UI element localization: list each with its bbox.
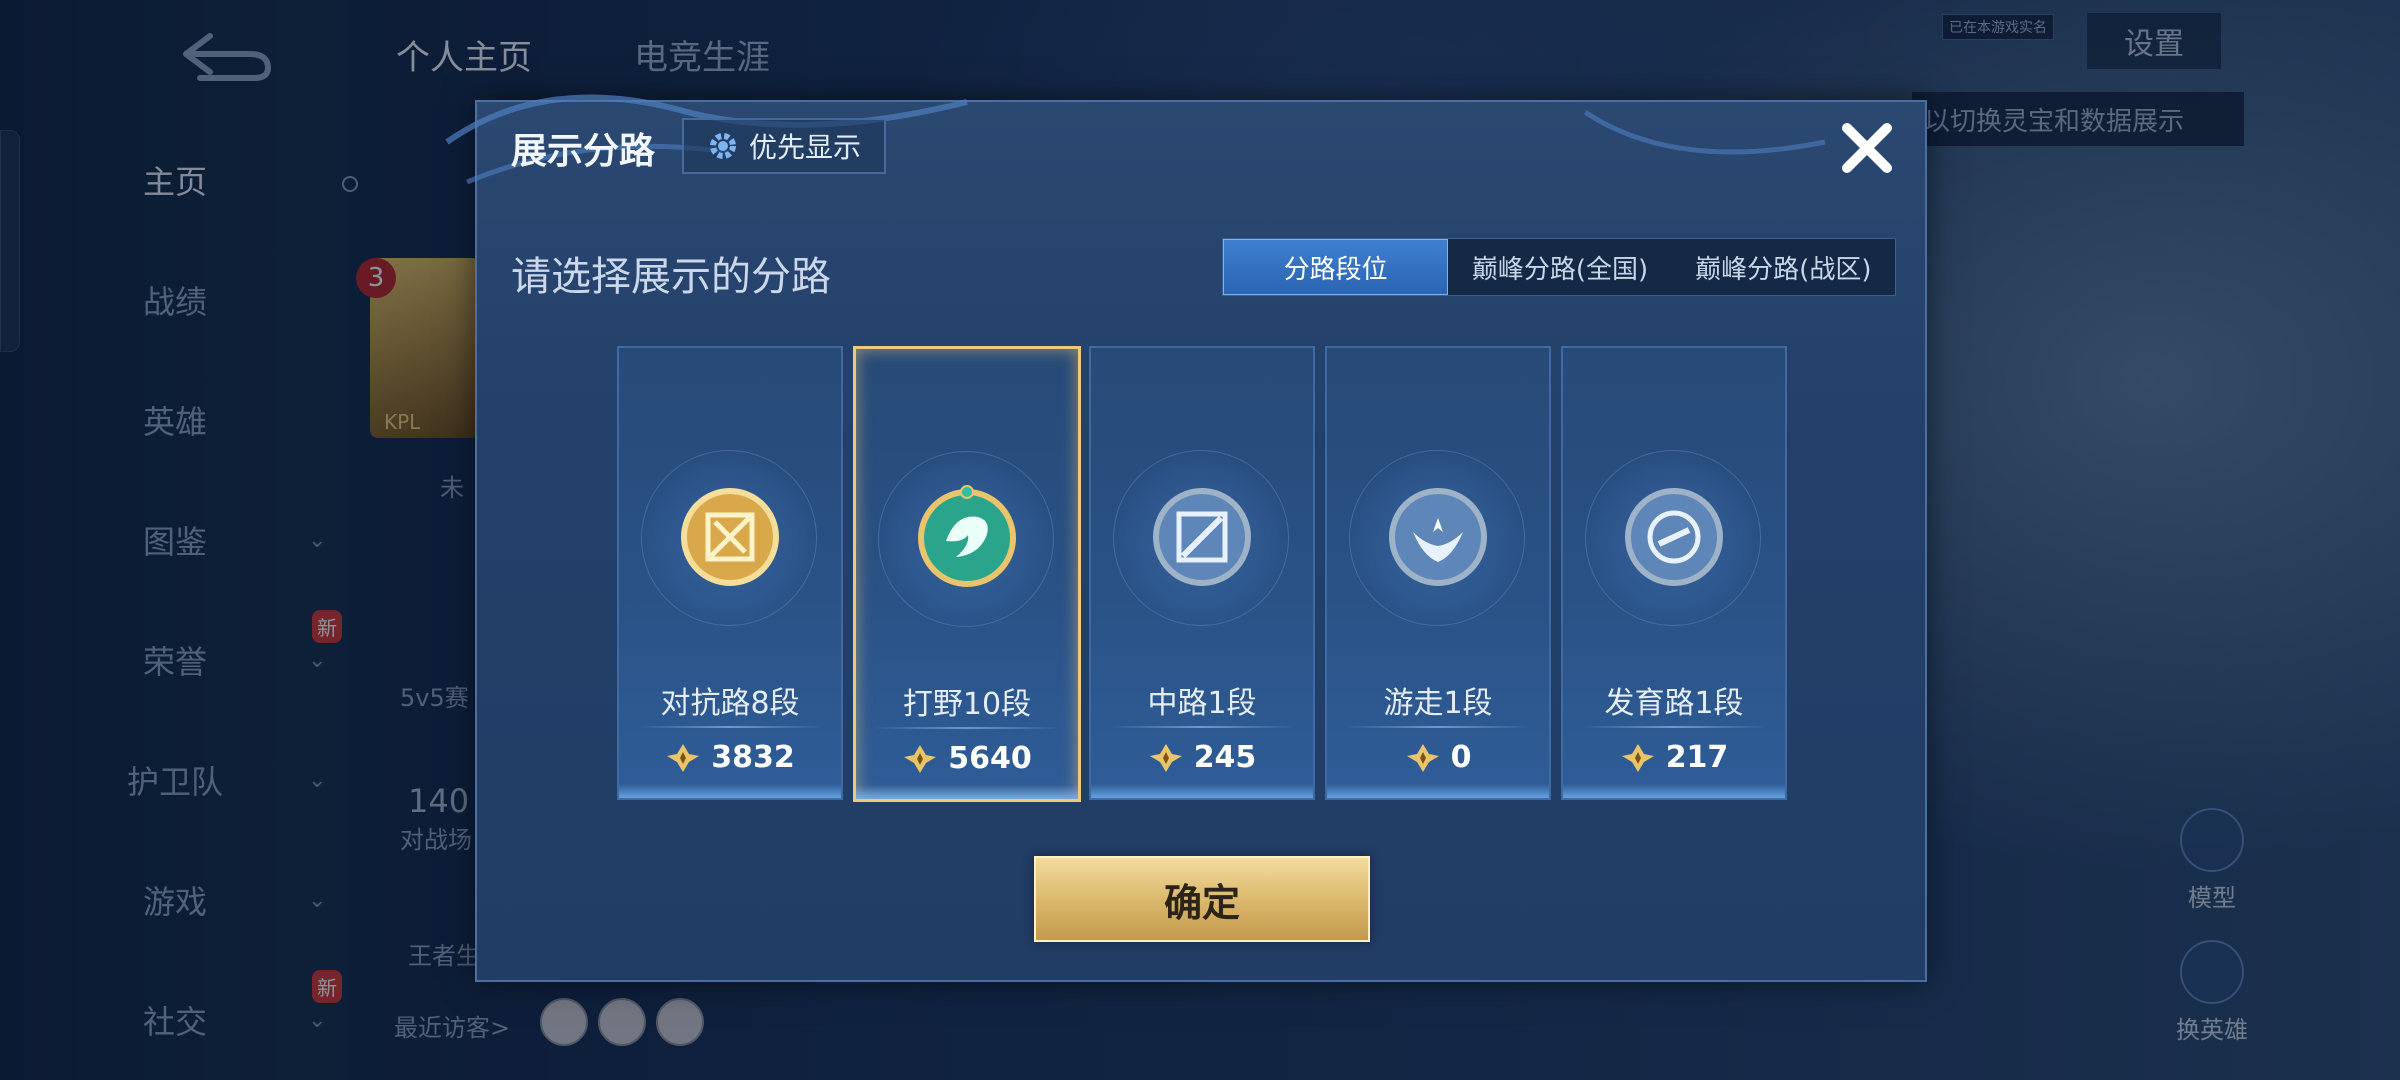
lane-name: 游走1段 [1383, 686, 1493, 721]
lane-card[interactable]: 发育路1段 217 [1561, 346, 1787, 800]
card-bottom-glow [1563, 784, 1785, 798]
divider [1345, 726, 1531, 728]
tab-peak-national[interactable]: 巅峰分路(全国) [1448, 239, 1671, 295]
card-bottom-glow [1091, 784, 1313, 798]
card-bottom-glow [856, 785, 1078, 799]
lane-score-value: 245 [1193, 740, 1257, 775]
lane-score-value: 217 [1665, 740, 1729, 775]
dialog-subtitle: 请选择展示的分路 [511, 254, 831, 300]
combat-power-icon [667, 743, 700, 772]
lane-name: 中路1段 [1147, 686, 1257, 721]
lane-name: 打野10段 [902, 687, 1032, 722]
lane-card[interactable]: 游走1段 0 [1325, 346, 1551, 800]
lane-score: 0 [1327, 740, 1549, 775]
divider [874, 727, 1060, 729]
priority-display-label: 优先显示 [748, 131, 861, 164]
tab-lane-rank[interactable]: 分路段位 [1223, 239, 1449, 295]
divider [1581, 726, 1767, 728]
lane-card[interactable]: 对抗路8段 3832 [617, 346, 843, 800]
clash-lane-icon [681, 488, 779, 586]
jungle-dragon-icon [918, 485, 1016, 587]
lane-name: 对抗路8段 [660, 686, 800, 721]
lane-card[interactable]: 中路1段 245 [1089, 346, 1315, 800]
card-bottom-glow [619, 784, 841, 798]
cloud-ornament [1583, 109, 1826, 155]
close-icon[interactable] [1835, 116, 1899, 180]
lane-score: 3832 [619, 740, 841, 775]
lane-name: 发育路1段 [1604, 686, 1744, 721]
combat-power-icon [1406, 743, 1439, 772]
roam-wings-icon [1389, 488, 1487, 586]
lane-tabs: 分路段位 巅峰分路(全国) 巅峰分路(战区) [1222, 238, 1896, 296]
divider [637, 726, 823, 728]
dialog-title: 展示分路 [511, 131, 656, 172]
confirm-label: 确定 [1163, 880, 1240, 925]
combat-power-icon [1621, 743, 1654, 772]
confirm-button[interactable]: 确定 [1034, 856, 1370, 942]
tab-peak-region[interactable]: 巅峰分路(战区) [1672, 239, 1895, 295]
lane-card[interactable]: 打野10段 5640 [853, 346, 1081, 802]
farm-lane-icon [1625, 488, 1723, 586]
gear-icon [709, 133, 736, 159]
lane-score-value: 3832 [711, 740, 795, 775]
lane-score: 217 [1563, 740, 1785, 775]
divider [1109, 726, 1295, 728]
combat-power-icon [904, 744, 937, 773]
combat-power-icon [1149, 743, 1182, 772]
mid-lane-icon [1153, 488, 1251, 586]
lane-score: 245 [1091, 740, 1313, 775]
lane-score-value: 0 [1450, 740, 1472, 775]
card-bottom-glow [1327, 784, 1549, 798]
priority-display-button[interactable]: 优先显示 [682, 118, 886, 174]
lane-score-value: 5640 [948, 741, 1032, 776]
lane-score: 5640 [856, 741, 1078, 776]
lane-select-dialog: 展示分路 优先显示 请选择展示的分路 分路段位 巅峰分路(全国) 巅峰分路(战区… [445, 94, 1927, 982]
